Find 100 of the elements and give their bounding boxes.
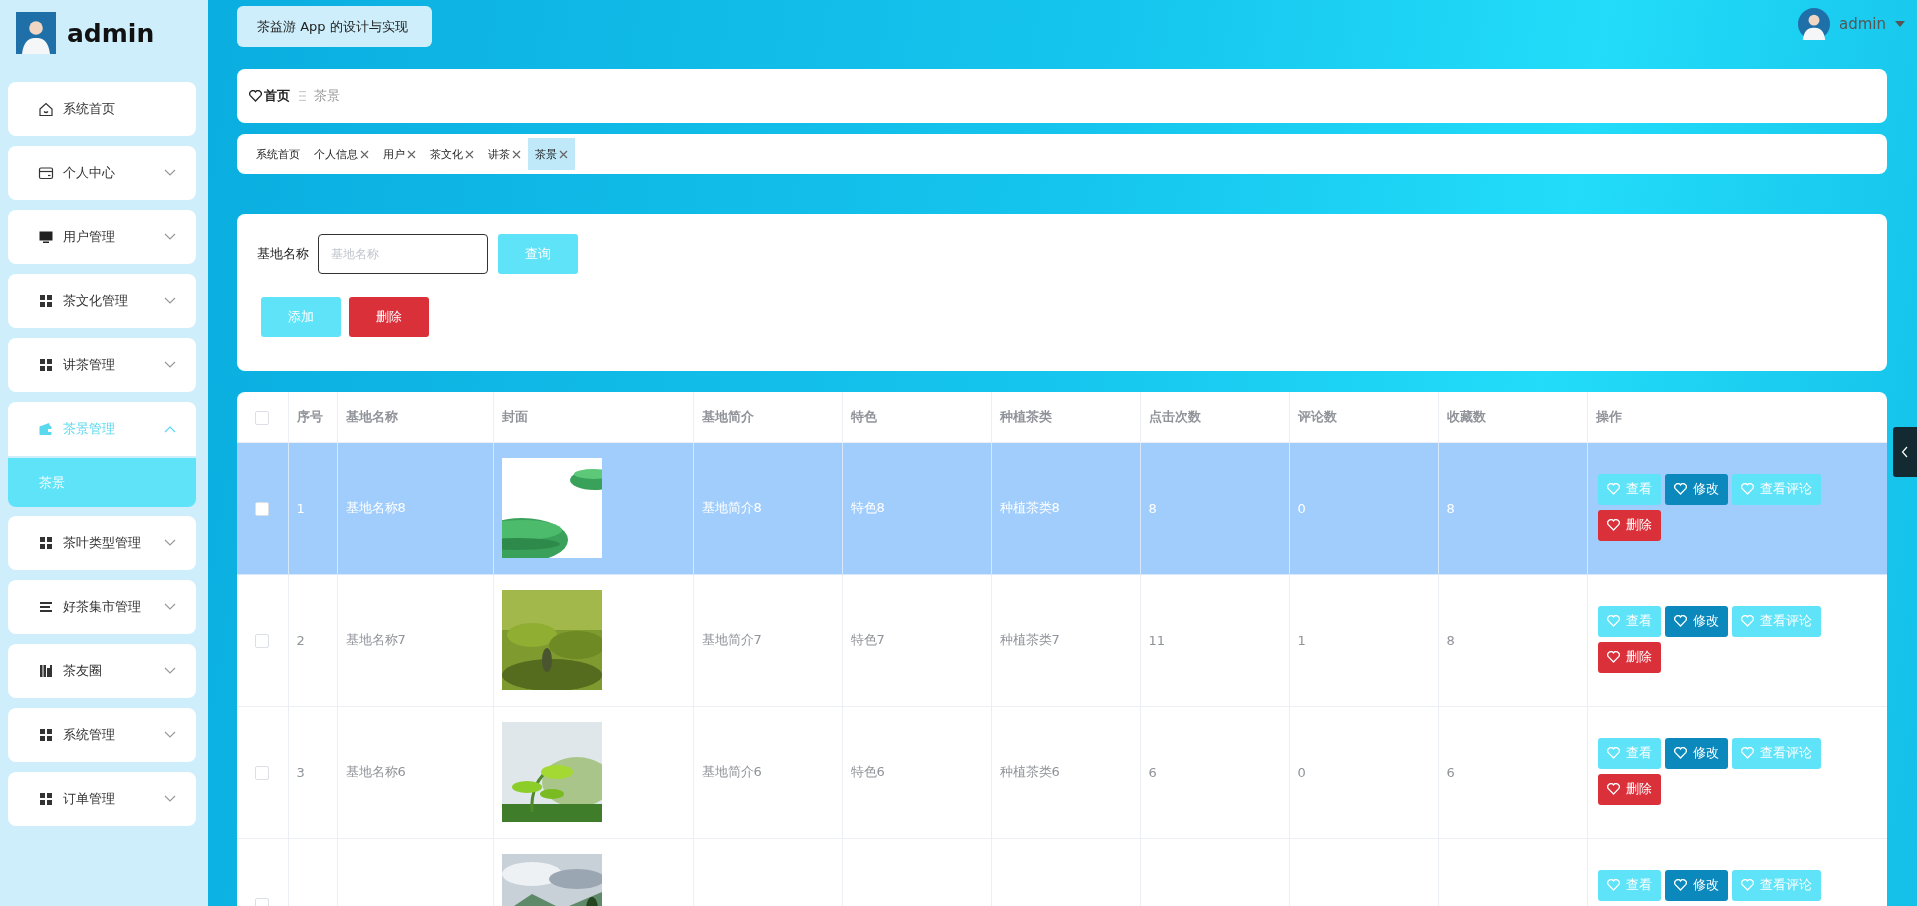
menu-item[interactable]: 个人中心 [8,146,196,200]
column-header: 收藏数 [1438,392,1587,442]
table-cell: 基地名称6 [337,706,493,838]
search-field[interactable]: 基地名称 [318,234,488,274]
column-header: 基地名称 [337,392,493,442]
column-header: 评论数 [1289,392,1438,442]
caret-icon [1895,21,1905,27]
delete-button[interactable]: 删除 [1597,509,1661,541]
grid-icon [38,535,54,551]
user-name[interactable]: admin [1839,15,1886,33]
edit-button[interactable]: 修改 [1664,473,1728,505]
table-cell: 6 [1140,706,1289,838]
table-cell: 2 [288,574,337,706]
menu-item[interactable]: 好茶集市管理 [8,580,196,634]
chevron-up-icon [164,425,176,433]
close-icon [360,149,369,159]
menu-item[interactable]: 系统管理 [8,708,196,762]
close-icon [407,149,416,159]
checkbox[interactable] [255,501,270,516]
collapse-handle[interactable] [1893,427,1917,477]
heart-icon [1606,879,1620,891]
heart-icon [1740,615,1754,627]
avatar [1798,8,1830,40]
monitor-icon [38,229,54,245]
menu-item[interactable]: 讲茶管理 [8,338,196,392]
column-header: 序号 [288,392,337,442]
chevron-down-icon [164,233,176,241]
column-header: 种植茶类 [991,392,1140,442]
tab[interactable]: 茶景 [528,138,575,170]
chevron-down-icon [164,603,176,611]
heart-icon [1606,783,1620,795]
separator-icon [298,90,308,102]
table-row[interactable]: 2 基地名称7 基地简介7 特色7 种植茶类7 11 1 8 查看 修改 查看评论 删除 [237,574,1887,706]
delete-button[interactable]: 删除 [349,297,429,337]
delete-button[interactable]: 删除 [1597,641,1661,673]
table-cell: 1 [1289,574,1438,706]
checkbox[interactable] [255,410,270,425]
table-cell: 8 [1438,442,1587,574]
delete-button[interactable]: 删除 [1597,773,1661,805]
chevron-down-icon [164,795,176,803]
heart-icon [1606,747,1620,759]
field-label: 基地名称 [257,245,309,263]
column-header: 操作 [1587,392,1887,442]
table-cell: 3 [288,706,337,838]
checkbox[interactable] [255,633,270,648]
chevron-down-icon [164,361,176,369]
user-name: admin [67,18,155,48]
heart-icon [1606,519,1620,531]
edit-button[interactable]: 修改 [1664,605,1728,637]
menu-item[interactable]: 茶友圈 [8,644,196,698]
breadcrumb-link[interactable]: 首页 [249,87,290,105]
tab[interactable]: 个人信息 [307,138,376,170]
app-title: 茶益游 App 的设计与实现 [237,6,432,47]
menu-item[interactable]: 茶文化管理 [8,274,196,328]
chevron-left-icon [1901,446,1909,458]
menu-item[interactable]: 系统首页 [8,82,196,136]
menu-item[interactable]: 订单管理 [8,772,196,826]
heart-icon [1740,879,1754,891]
heart-icon [249,90,262,102]
column-header: 封面 [493,392,693,442]
tab[interactable]: 用户 [376,138,423,170]
heart-icon [1606,651,1620,663]
table-row[interactable]: 3 基地名称6 基地简介6 特色6 种植茶类6 6 0 6 查看 修改 查看评论 删除 [237,706,1887,838]
bar-chart-icon [38,663,54,679]
tab[interactable]: 讲茶 [481,138,528,170]
table-row[interactable]: 1 基地名称8 基地简介8 特色8 种植茶类8 8 0 8 查看 修改 查看评论 删除 [237,442,1887,574]
menu-item[interactable]: 茶叶类型管理 [8,516,196,570]
table-cell: 1 [288,442,337,574]
column-header: 点击次数 [1140,392,1289,442]
grid-icon [38,791,54,807]
table-cell: 特色8 [842,442,991,574]
table-row[interactable]: 查看 修改 查看评论 [237,838,1887,906]
heart-icon [1740,747,1754,759]
tab[interactable]: 茶文化 [423,138,481,170]
avatar [16,12,56,54]
edit-button[interactable]: 修改 [1664,869,1728,901]
checkbox[interactable] [255,765,270,780]
grid-icon [38,357,54,373]
table-cell: 0 [1289,706,1438,838]
table-cell: 种植茶类6 [991,706,1140,838]
table-cell: 种植茶类7 [991,574,1140,706]
breadcrumb-item: 茶景 [314,87,340,105]
chevron-down-icon [164,667,176,675]
chevron-down-icon [164,539,176,547]
table-cell: 11 [1140,574,1289,706]
card-icon [38,165,54,181]
edit-button[interactable]: 修改 [1664,737,1728,769]
table-cell: 种植茶类8 [991,442,1140,574]
chevron-down-icon [164,731,176,739]
grid-icon [38,293,54,309]
tab[interactable]: 系统首页 [249,138,307,170]
table-cell: 6 [1438,706,1587,838]
table-cell: 8 [1438,574,1587,706]
table-cell: 基地简介7 [693,574,842,706]
wallet-icon [38,421,54,437]
menu-item[interactable]: 用户管理 [8,210,196,264]
heart-icon [1673,747,1687,759]
column-header: 特色 [842,392,991,442]
table-cell: 特色6 [842,706,991,838]
heart-icon [1673,615,1687,627]
